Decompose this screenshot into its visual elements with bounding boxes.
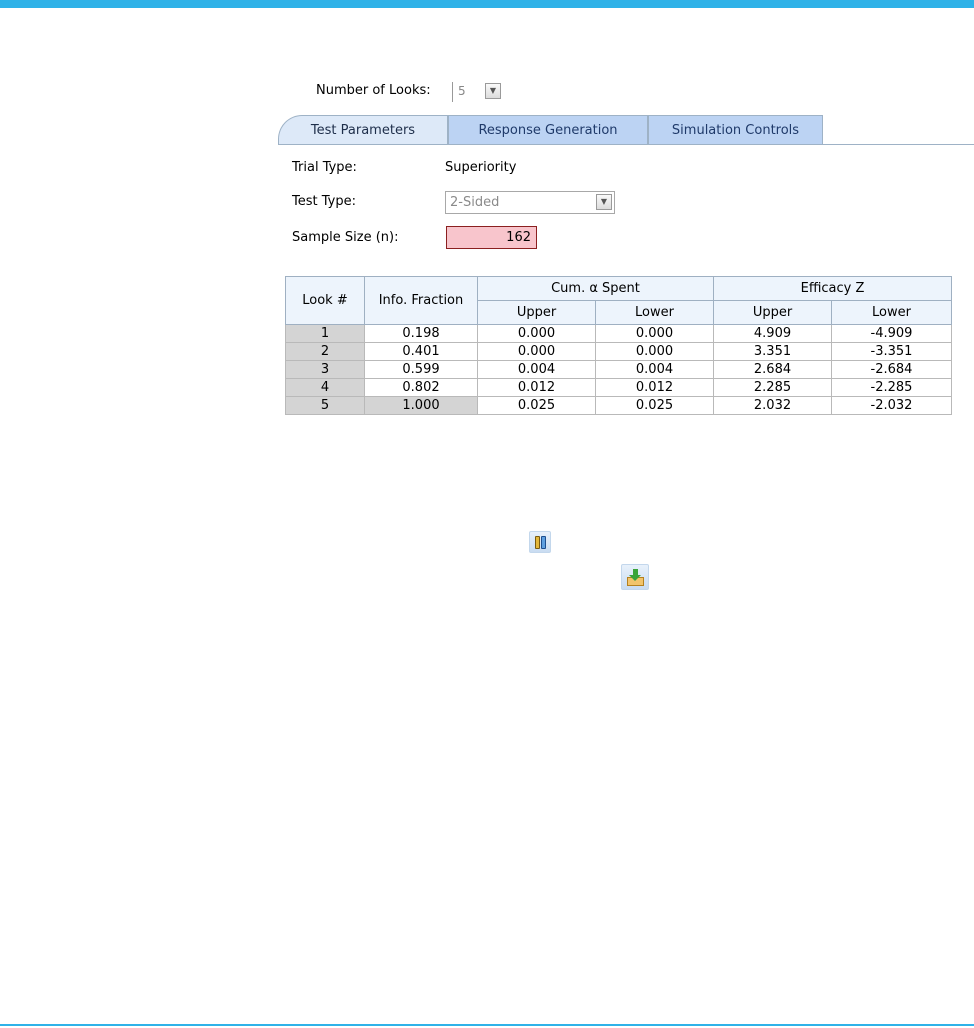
top-accent-bar: [0, 0, 974, 8]
header-efficacy-upper: Upper: [713, 300, 833, 325]
pause-bar-right: [541, 536, 546, 549]
header-efficacy-z: Efficacy Z: [713, 276, 953, 301]
header-info-fraction: Info. Fraction: [364, 276, 478, 325]
cell-alpha-upper: 0.012: [477, 378, 596, 397]
cell-look: 1: [285, 324, 365, 343]
pause-icon[interactable]: [529, 531, 551, 553]
tab-baseline: [278, 144, 974, 145]
header-cum-alpha-spent: Cum. α Spent: [476, 276, 715, 301]
boundary-table: Look # Info. Fraction Cum. α Spent Effic…: [285, 276, 953, 415]
cell-efficacy-upper: 2.032: [713, 396, 833, 415]
tab-simulation-controls[interactable]: Simulation Controls: [648, 115, 823, 144]
cell-info-fraction[interactable]: 0.599: [364, 360, 478, 379]
sample-size-input[interactable]: 162: [446, 226, 537, 249]
cell-alpha-lower: 0.025: [594, 396, 715, 415]
cell-efficacy-upper: 4.909: [713, 324, 833, 343]
table-row: 3 0.599 0.004 0.004 2.684 -2.684: [285, 360, 953, 379]
cell-efficacy-upper: 2.684: [713, 360, 833, 379]
table-row: 2 0.401 0.000 0.000 3.351 -3.351: [285, 342, 953, 361]
cell-alpha-lower: 0.004: [594, 360, 715, 379]
number-of-looks-label: Number of Looks:: [316, 83, 431, 98]
cell-look: 2: [285, 342, 365, 361]
chevron-down-icon[interactable]: ▼: [596, 194, 612, 210]
test-type-select[interactable]: 2-Sided ▼: [445, 191, 615, 214]
cell-alpha-lower: 0.012: [594, 378, 715, 397]
number-of-looks-select[interactable]: 5 ▼: [452, 82, 502, 102]
cell-info-fraction[interactable]: 0.802: [364, 378, 478, 397]
header-efficacy-lower: Lower: [831, 300, 953, 325]
cell-look: 4: [285, 378, 365, 397]
cell-alpha-lower: 0.000: [594, 324, 715, 343]
cell-info-fraction: 1.000: [364, 396, 478, 415]
bottom-accent-line: [0, 1024, 974, 1026]
cell-efficacy-lower: -4.909: [831, 324, 953, 343]
cell-efficacy-lower: -2.684: [831, 360, 953, 379]
header-alpha-upper: Upper: [477, 300, 596, 325]
chevron-down-icon[interactable]: ▼: [485, 83, 501, 99]
trial-type-label: Trial Type:: [292, 160, 357, 175]
cell-efficacy-upper: 3.351: [713, 342, 833, 361]
header-alpha-lower: Lower: [594, 300, 715, 325]
cell-alpha-upper: 0.004: [477, 360, 596, 379]
cell-efficacy-lower: -2.032: [831, 396, 953, 415]
number-of-looks-value: 5: [458, 84, 466, 98]
cell-info-fraction[interactable]: 0.198: [364, 324, 478, 343]
cell-info-fraction[interactable]: 0.401: [364, 342, 478, 361]
header-look: Look #: [285, 276, 365, 325]
download-arrow-head: [629, 575, 641, 581]
cell-look: 3: [285, 360, 365, 379]
cell-alpha-lower: 0.000: [594, 342, 715, 361]
tab-test-parameters[interactable]: Test Parameters: [278, 115, 448, 145]
tab-response-generation[interactable]: Response Generation: [448, 115, 648, 144]
cell-efficacy-lower: -2.285: [831, 378, 953, 397]
pause-bar-left: [535, 536, 540, 549]
trial-type-value: Superiority: [445, 160, 517, 175]
test-type-label: Test Type:: [292, 194, 356, 209]
cell-efficacy-upper: 2.285: [713, 378, 833, 397]
cell-look: 5: [285, 396, 365, 415]
table-row: 1 0.198 0.000 0.000 4.909 -4.909: [285, 324, 953, 343]
sample-size-label: Sample Size (n):: [292, 230, 399, 245]
cell-efficacy-lower: -3.351: [831, 342, 953, 361]
tab-bar: Test Parameters Response Generation Simu…: [278, 115, 974, 145]
cell-alpha-upper: 0.000: [477, 342, 596, 361]
cell-alpha-upper: 0.025: [477, 396, 596, 415]
download-icon[interactable]: [621, 564, 649, 590]
table-row: 4 0.802 0.012 0.012 2.285 -2.285: [285, 378, 953, 397]
test-type-value: 2-Sided: [450, 195, 500, 210]
cell-alpha-upper: 0.000: [477, 324, 596, 343]
table-row: 5 1.000 0.025 0.025 2.032 -2.032: [285, 396, 953, 415]
